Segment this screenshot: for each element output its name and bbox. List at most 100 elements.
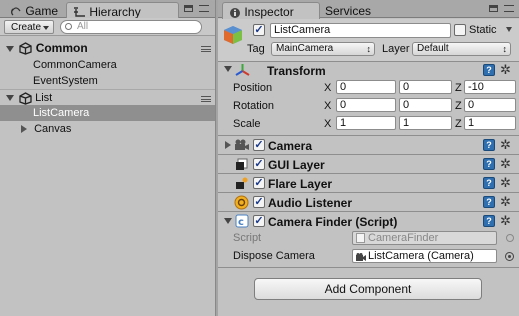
object-name-field[interactable]: ListCamera <box>270 23 451 38</box>
expand-icon[interactable] <box>6 45 14 52</box>
item-label: CommonCamera <box>33 59 117 71</box>
maximize-icon[interactable] <box>184 5 193 12</box>
divider <box>218 61 519 62</box>
rotation-y-value: 0 <box>403 99 410 111</box>
divider <box>218 154 519 155</box>
dispose-camera-value: ListCamera (Camera) <box>368 250 474 262</box>
scale-z-value: 1 <box>468 117 475 129</box>
tab-services[interactable]: Services <box>325 2 395 19</box>
object-name-value: ListCamera <box>274 24 331 36</box>
layer-dropdown[interactable]: Default <box>412 42 511 56</box>
scene-row-common[interactable]: Common <box>0 40 215 56</box>
inspector-icon <box>229 7 241 19</box>
chevron-down-icon <box>43 26 49 30</box>
dispose-camera-field[interactable]: ListCamera (Camera) <box>352 249 497 263</box>
hierarchy-tabbar: Game Hierarchy <box>0 0 215 19</box>
camera-finder-enabled-checkbox[interactable]: ✓ <box>253 215 265 227</box>
gear-icon[interactable]: ✲ <box>500 195 511 208</box>
tab-hierarchy[interactable]: Hierarchy <box>66 2 179 19</box>
expand-icon[interactable] <box>6 95 14 102</box>
flare-layer-enabled-checkbox[interactable]: ✓ <box>253 177 265 189</box>
help-icon[interactable]: ? <box>483 215 495 227</box>
tag-dropdown[interactable]: MainCamera <box>271 42 375 56</box>
tag-label: Tag <box>247 43 265 55</box>
scene-row-list[interactable]: List <box>0 89 215 105</box>
active-checkbox[interactable]: ✓ <box>253 24 265 36</box>
list-item-canvas[interactable]: Canvas <box>0 121 215 137</box>
camera-icon <box>234 139 250 152</box>
axis-x-label: X <box>324 118 332 130</box>
expand-icon[interactable] <box>21 125 27 134</box>
position-x-field[interactable]: 0 <box>336 80 396 94</box>
audio-listener-icon <box>234 195 249 210</box>
camera-icon <box>356 252 366 261</box>
create-button[interactable]: Create <box>4 20 54 34</box>
help-icon[interactable]: ? <box>483 139 495 151</box>
gear-icon[interactable]: ✲ <box>500 63 511 76</box>
gameobject-cube-icon[interactable] <box>222 24 244 46</box>
divider <box>218 135 519 136</box>
scale-x-field[interactable]: 1 <box>336 116 396 130</box>
add-component-label: Add Component <box>324 282 412 296</box>
tab-inspector[interactable]: Inspector <box>222 2 320 19</box>
scene-menu-icon[interactable] <box>201 96 211 102</box>
hierarchy-panel: Game Hierarchy Create All Common CommonC… <box>0 0 215 316</box>
collapse-icon[interactable] <box>224 66 232 72</box>
list-item-common-camera[interactable]: CommonCamera <box>0 57 215 73</box>
rotation-x-value: 0 <box>340 99 347 111</box>
static-dropdown-icon[interactable] <box>506 27 512 32</box>
scale-z-field[interactable]: 1 <box>464 116 516 130</box>
scale-y-value: 1 <box>403 117 410 129</box>
gui-layer-icon <box>235 158 248 171</box>
position-y-field[interactable]: 0 <box>399 80 452 94</box>
layer-label: Layer <box>382 43 410 55</box>
search-placeholder: All <box>77 21 89 32</box>
help-icon[interactable]: ? <box>483 196 495 208</box>
help-icon[interactable]: ? <box>483 177 495 189</box>
maximize-icon[interactable] <box>489 5 498 12</box>
list-item-event-system[interactable]: EventSystem <box>0 73 215 89</box>
gear-icon[interactable]: ✲ <box>500 138 511 151</box>
item-label: ListCamera <box>33 107 90 119</box>
gui-layer-enabled-checkbox[interactable]: ✓ <box>253 158 265 170</box>
help-icon[interactable]: ? <box>483 64 495 76</box>
item-label: Canvas <box>34 123 72 135</box>
tab-menu-icon[interactable] <box>504 5 514 12</box>
unity-scene-icon <box>19 42 32 56</box>
axis-z-label: Z <box>455 100 462 112</box>
audio-listener-enabled-checkbox[interactable]: ✓ <box>253 196 265 208</box>
camera-enabled-checkbox[interactable]: ✓ <box>253 139 265 151</box>
create-button-label: Create <box>11 22 42 33</box>
rotation-z-value: 0 <box>468 99 475 111</box>
gear-icon[interactable]: ✲ <box>500 157 511 170</box>
audio-listener-title: Audio Listener <box>268 196 353 210</box>
script-value: CameraFinder <box>368 232 439 244</box>
object-picker-icon[interactable] <box>505 252 514 261</box>
collapse-icon[interactable] <box>224 218 232 224</box>
list-item-list-camera[interactable]: ListCamera <box>0 105 215 121</box>
help-icon[interactable]: ? <box>483 158 495 170</box>
expand-icon[interactable] <box>225 141 231 149</box>
static-checkbox[interactable] <box>454 24 466 36</box>
scale-y-field[interactable]: 1 <box>399 116 452 130</box>
gear-icon[interactable]: ✲ <box>500 214 511 227</box>
tab-game[interactable]: Game <box>8 2 62 19</box>
svg-text:c: c <box>238 217 244 228</box>
gear-icon[interactable]: ✲ <box>500 176 511 189</box>
rotation-x-field[interactable]: 0 <box>336 98 396 112</box>
tab-services-label: Services <box>325 4 372 18</box>
rotation-label: Rotation <box>233 100 274 112</box>
search-input[interactable]: All <box>60 20 202 34</box>
camera-title: Camera <box>268 139 313 153</box>
inspector-tabbar: Inspector Services <box>218 0 519 19</box>
flare-layer-icon <box>235 177 248 190</box>
scene-common-label: Common <box>35 41 88 55</box>
rotation-z-field[interactable]: 0 <box>464 98 516 112</box>
scene-menu-icon[interactable] <box>201 46 211 52</box>
divider <box>218 211 519 212</box>
add-component-button[interactable]: Add Component <box>254 278 482 300</box>
tab-menu-icon[interactable] <box>199 5 209 12</box>
rotation-y-field[interactable]: 0 <box>399 98 452 112</box>
position-z-field[interactable]: -10 <box>464 80 516 94</box>
axis-x-label: X <box>324 100 332 112</box>
